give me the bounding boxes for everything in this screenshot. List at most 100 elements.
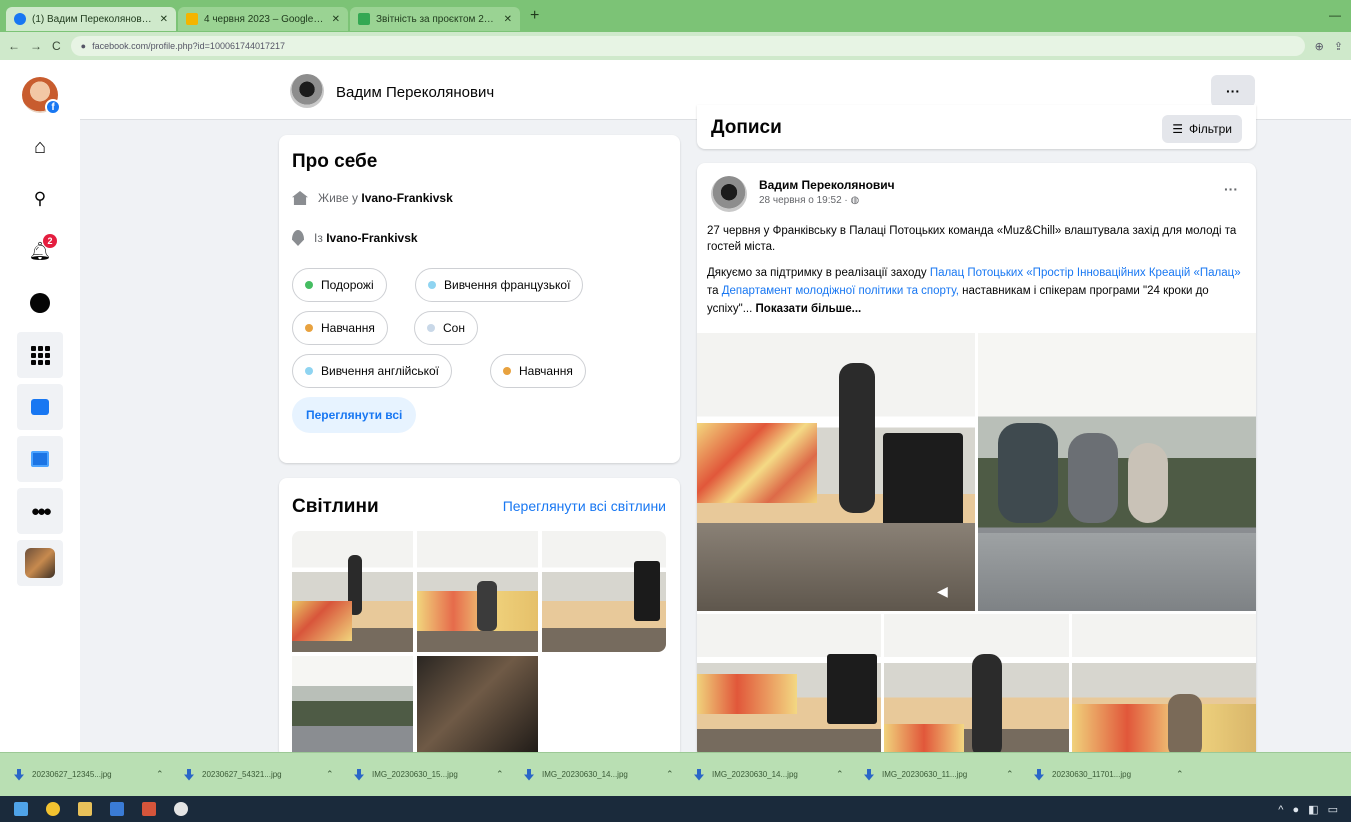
zoom-icon[interactable]: ⊕ xyxy=(1315,40,1324,53)
download-file-icon xyxy=(184,768,194,781)
download-item[interactable]: IMG_20230630_14...jpg ⌃ xyxy=(524,768,694,781)
profile-name[interactable]: Вадим Переколянович xyxy=(336,84,494,101)
audience-figure xyxy=(998,423,1058,523)
interest-label: Навчання xyxy=(321,321,375,335)
chevron-up-icon[interactable]: ⌃ xyxy=(496,769,504,780)
interest-chip[interactable]: Навчання xyxy=(490,354,586,388)
interest-label: Вивчення англійської xyxy=(321,364,439,378)
interest-chip[interactable]: Сон xyxy=(414,311,478,345)
downloads-bar: 20230627_12345...jpg ⌃ 20230627_54321...j… xyxy=(0,752,1351,796)
chevron-up-icon[interactable]: ⌃ xyxy=(1006,769,1014,780)
browser-tab-facebook[interactable]: (1) Вадим Переколянович | Fa... ✕ xyxy=(6,7,176,31)
menu-button[interactable] xyxy=(17,332,63,378)
download-item[interactable]: IMG_20230630_14...jpg ⌃ xyxy=(694,768,864,781)
windows-start-icon[interactable] xyxy=(14,802,28,816)
download-item[interactable]: 20230630_11701...jpg ⌃ xyxy=(1034,768,1204,781)
globe-icon: ◍ xyxy=(850,195,860,206)
post-photo[interactable] xyxy=(1072,614,1256,758)
shortcut-group-button[interactable] xyxy=(17,540,63,586)
department-link[interactable]: Департамент молодіжної політики та спорт… xyxy=(722,285,959,297)
forward-icon[interactable]: → xyxy=(30,39,42,53)
my-profile-button[interactable]: f xyxy=(17,72,63,118)
post-photo[interactable] xyxy=(884,614,1069,758)
close-tab-icon[interactable]: ✕ xyxy=(504,14,512,25)
share-icon[interactable]: ⇪ xyxy=(1334,40,1343,53)
search-button[interactable]: ⚲ xyxy=(17,176,63,222)
photo-thumbnail[interactable] xyxy=(292,656,413,756)
show-more-link[interactable]: Показати більше... xyxy=(756,303,862,315)
interest-chip[interactable]: Вивчення французької xyxy=(415,268,584,302)
reload-icon[interactable]: C xyxy=(52,39,61,53)
browser-tab-docs[interactable]: 4 червня 2023 – Google Docs ✕ xyxy=(178,7,348,31)
profile-more-button[interactable]: ··· xyxy=(1211,75,1255,107)
travel-icon xyxy=(305,281,313,289)
photo-thumbnail[interactable] xyxy=(417,531,538,652)
location-pin-icon xyxy=(292,230,304,246)
browser-tab-report[interactable]: Звітність за проєктом 25/03... ✕ xyxy=(350,7,520,31)
decor-panel xyxy=(697,423,817,503)
post-author-name[interactable]: Вадим Переколянович xyxy=(759,178,895,192)
chevron-up-icon[interactable]: ⌃ xyxy=(836,769,844,780)
watch-button[interactable] xyxy=(17,384,63,430)
messenger-button[interactable] xyxy=(17,280,63,326)
books-icon xyxy=(503,367,511,375)
post-text-line: 27 червня у Франківську в Палаці Потоцьк… xyxy=(707,225,1237,253)
groups-button[interactable]: ●●● xyxy=(17,488,63,534)
post-author-avatar[interactable] xyxy=(711,176,747,212)
home-icon: ⌂ xyxy=(33,135,47,158)
photo-thumbnail[interactable] xyxy=(292,531,413,652)
close-tab-icon[interactable]: ✕ xyxy=(160,14,168,25)
post-more-button[interactable]: ··· xyxy=(1224,181,1238,197)
post-photo[interactable] xyxy=(978,333,1256,611)
language-icon xyxy=(428,281,436,289)
photo-thumbnail[interactable] xyxy=(542,531,666,652)
close-tab-icon[interactable]: ✕ xyxy=(332,14,340,25)
download-filename: 20230627_54321...jpg xyxy=(202,770,282,779)
messenger-icon xyxy=(30,293,50,313)
url-field[interactable]: ● facebook.com/profile.php?id=1000617440… xyxy=(70,36,1305,56)
download-item[interactable]: IMG_20230630_11...jpg ⌃ xyxy=(864,768,1034,781)
app-icon[interactable] xyxy=(174,802,188,816)
download-item[interactable]: 20230627_54321...jpg ⌃ xyxy=(184,768,354,781)
post-date[interactable]: 28 червня о 19:52 · ◍ xyxy=(759,195,859,206)
post-photo[interactable] xyxy=(697,614,881,758)
url-text: facebook.com/profile.php?id=100061744017… xyxy=(92,41,286,51)
filters-button[interactable]: ☰ Фільтри xyxy=(1162,115,1242,143)
store-icon[interactable] xyxy=(110,802,124,816)
palace-link[interactable]: Палац Потоцьких «Простір Інноваційних Кр… xyxy=(930,267,1241,279)
interest-label: Навчання xyxy=(519,364,573,378)
photo-thumbnail[interactable] xyxy=(417,656,538,756)
download-file-icon xyxy=(864,768,874,781)
notifications-button[interactable]: 🔔︎ 2 xyxy=(17,228,63,274)
feeds-button[interactable] xyxy=(17,436,63,482)
chevron-up-icon[interactable]: ⌃ xyxy=(1176,769,1184,780)
system-tray-icon[interactable]: ^ ● ◧ ▭ xyxy=(1278,803,1341,816)
minimize-icon[interactable]: — xyxy=(1329,8,1341,22)
back-icon[interactable]: ← xyxy=(8,39,20,53)
from-prefix: Із xyxy=(314,231,323,245)
chevron-up-icon[interactable]: ⌃ xyxy=(326,769,334,780)
see-all-photos-link[interactable]: Переглянути всі світлини xyxy=(503,498,666,514)
interest-chip[interactable]: Подорожі xyxy=(292,268,387,302)
download-item[interactable]: IMG_20230630_15...jpg ⌃ xyxy=(354,768,524,781)
menu-grid-icon xyxy=(30,345,50,365)
download-item[interactable]: 20230627_12345...jpg ⌃ xyxy=(14,768,184,781)
profile-avatar[interactable] xyxy=(290,74,324,108)
interest-chip[interactable]: Вивчення англійської xyxy=(292,354,452,388)
chevron-up-icon[interactable]: ⌃ xyxy=(666,769,674,780)
sheets-favicon-icon xyxy=(358,13,370,25)
interest-chip[interactable]: Навчання xyxy=(292,311,388,345)
post-date-text: 28 червня о 19:52 · xyxy=(759,195,848,206)
chevron-up-icon[interactable]: ⌃ xyxy=(156,769,164,780)
post-text-body: Дякуємо за підтримку в реалізації заходу… xyxy=(707,264,1247,318)
volume-icon[interactable]: ◀︎ xyxy=(937,583,948,600)
see-all-interests-button[interactable]: Переглянути всі xyxy=(292,397,417,433)
lives-city-link[interactable]: Ivano-Frankivsk xyxy=(361,191,452,205)
file-explorer-icon[interactable] xyxy=(78,802,92,816)
home-button[interactable]: ⌂ xyxy=(17,124,63,170)
from-city-link[interactable]: Ivano-Frankivsk xyxy=(326,231,417,245)
photos-app-icon[interactable] xyxy=(142,802,156,816)
post-photo[interactable]: ◀︎ xyxy=(697,333,975,611)
new-tab-button[interactable]: + xyxy=(530,7,539,25)
chrome-icon[interactable] xyxy=(46,802,60,816)
